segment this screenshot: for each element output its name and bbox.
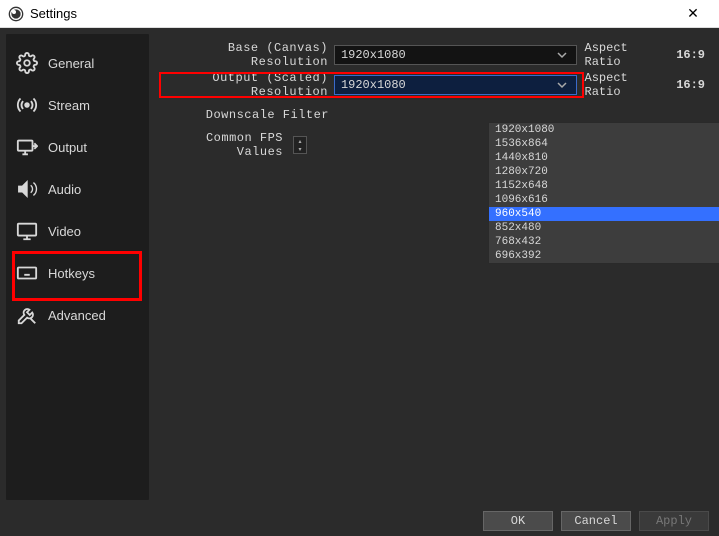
sidebar-item-label: Video [48,224,81,239]
chevron-down-icon [554,50,570,60]
output-resolution-value: 1920x1080 [341,78,406,92]
sidebar-item-label: Audio [48,182,81,197]
sidebar-item-advanced[interactable]: Advanced [6,294,149,336]
output-resolution-dropdown: 1920x10801536x8641440x8101280x7201152x64… [488,122,719,264]
fps-label: Common FPS Values [159,131,289,159]
sidebar-item-label: Advanced [48,308,106,323]
obs-logo-icon [8,6,24,22]
output-resolution-row: Output (Scaled) Resolution 1920x1080 Asp… [159,74,705,96]
ok-button[interactable]: OK [483,511,553,531]
broadcast-icon [16,94,38,116]
sidebar: General Stream Output Audio Video Hotkey… [6,34,149,500]
dropdown-option[interactable]: 1920x1080 [489,123,719,137]
base-aspect-ratio: Aspect Ratio 16:9 [585,41,705,69]
sidebar-item-audio[interactable]: Audio [6,168,149,210]
monitor-icon [16,220,38,242]
window-title: Settings [30,6,77,21]
fps-mode-spinner[interactable]: ▴▾ [293,136,307,154]
dropdown-option[interactable]: 1152x648 [489,179,719,193]
sidebar-item-output[interactable]: Output [6,126,149,168]
keyboard-icon [16,262,38,284]
monitor-out-icon [16,136,38,158]
speaker-icon [16,178,38,200]
dropdown-option[interactable]: 696x392 [489,249,719,263]
sidebar-item-stream[interactable]: Stream [6,84,149,126]
apply-button: Apply [639,511,709,531]
base-resolution-row: Base (Canvas) Resolution 1920x1080 Aspec… [159,44,705,66]
downscale-filter-label: Downscale Filter [159,108,335,122]
output-aspect-ratio: Aspect Ratio 16:9 [585,71,705,99]
dropdown-option[interactable]: 1280x720 [489,165,719,179]
dropdown-option[interactable]: 768x432 [489,235,719,249]
tools-icon [16,304,38,326]
video-settings-panel: Base (Canvas) Resolution 1920x1080 Aspec… [149,28,719,506]
sidebar-item-label: Stream [48,98,90,113]
dialog-footer: OK Cancel Apply [0,506,719,536]
output-resolution-label: Output (Scaled) Resolution [159,71,334,99]
sidebar-item-general[interactable]: General [6,42,149,84]
dropdown-option[interactable]: 1536x864 [489,137,719,151]
close-button[interactable]: ✕ [673,5,713,22]
base-resolution-select[interactable]: 1920x1080 [334,45,577,65]
sidebar-item-label: General [48,56,94,71]
gear-icon [16,52,38,74]
dropdown-option[interactable]: 852x480 [489,221,719,235]
sidebar-item-video[interactable]: Video [6,210,149,252]
dropdown-option[interactable]: 1096x616 [489,193,719,207]
titlebar: Settings ✕ [0,0,719,28]
sidebar-item-label: Hotkeys [48,266,95,281]
sidebar-item-label: Output [48,140,87,155]
chevron-down-icon [554,80,570,90]
output-resolution-select[interactable]: 1920x1080 [334,75,577,95]
base-resolution-value: 1920x1080 [341,48,406,62]
base-resolution-label: Base (Canvas) Resolution [159,41,334,69]
sidebar-item-hotkeys[interactable]: Hotkeys [6,252,149,294]
cancel-button[interactable]: Cancel [561,511,631,531]
dropdown-option[interactable]: 960x540 [489,207,719,221]
dropdown-option[interactable]: 1440x810 [489,151,719,165]
